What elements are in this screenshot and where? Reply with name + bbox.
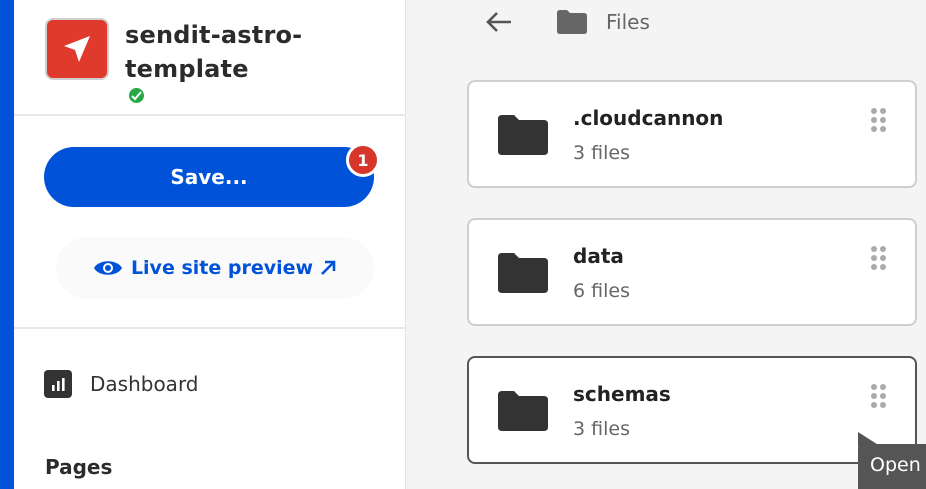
status-check-icon <box>127 86 146 105</box>
folder-card-cloudcannon[interactable]: .cloudcannon 3 files <box>467 80 917 188</box>
sidebar-item-label: Dashboard <box>90 372 199 396</box>
back-button[interactable] <box>483 6 515 38</box>
section-heading-pages: Pages <box>45 455 113 479</box>
live-site-preview-link[interactable]: Live site preview <box>56 237 374 299</box>
live-site-preview-label: Live site preview <box>130 257 314 279</box>
site-name: sendit-astro-template <box>125 21 303 83</box>
sidebar: sendit-astro-template Save... 1 Live sit… <box>14 0 406 489</box>
chart-icon <box>44 370 72 398</box>
folder-icon <box>498 253 548 293</box>
arrow-left-icon <box>486 12 511 32</box>
folder-icon <box>498 115 548 155</box>
site-logo[interactable] <box>45 18 146 105</box>
folder-icon <box>498 391 548 431</box>
folder-file-count: 6 files <box>573 280 630 302</box>
folder-name: data <box>573 244 624 268</box>
drag-handle-icon[interactable] <box>871 384 887 410</box>
folder-file-count: 3 files <box>573 142 630 164</box>
save-button[interactable]: Save... <box>44 147 374 207</box>
folder-icon <box>556 9 588 35</box>
folder-name: .cloudcannon <box>573 106 724 130</box>
drag-handle-icon[interactable] <box>871 108 887 134</box>
breadcrumb-label: Files <box>606 10 650 34</box>
file-browser: Files .cloudcannon 3 files data 6 files … <box>406 0 926 489</box>
eye-icon <box>93 258 123 278</box>
sidebar-divider <box>14 327 406 329</box>
drag-handle-icon[interactable] <box>871 246 887 272</box>
external-link-icon <box>319 259 337 277</box>
sidebar-item-dashboard[interactable]: Dashboard <box>44 364 384 404</box>
paper-plane-icon <box>64 36 90 62</box>
folder-card-data[interactable]: data 6 files <box>467 218 917 326</box>
site-header: sendit-astro-template <box>14 0 406 116</box>
open-tooltip: Open <box>858 432 926 489</box>
folder-card-schemas[interactable]: schemas 3 files <box>467 356 917 464</box>
breadcrumb: Files <box>556 6 650 38</box>
unsaved-count-badge: 1 <box>346 143 380 177</box>
tooltip-text: Open <box>870 454 921 476</box>
folder-name: schemas <box>573 382 671 406</box>
folder-file-count: 3 files <box>573 418 630 440</box>
accent-strip <box>0 0 14 489</box>
